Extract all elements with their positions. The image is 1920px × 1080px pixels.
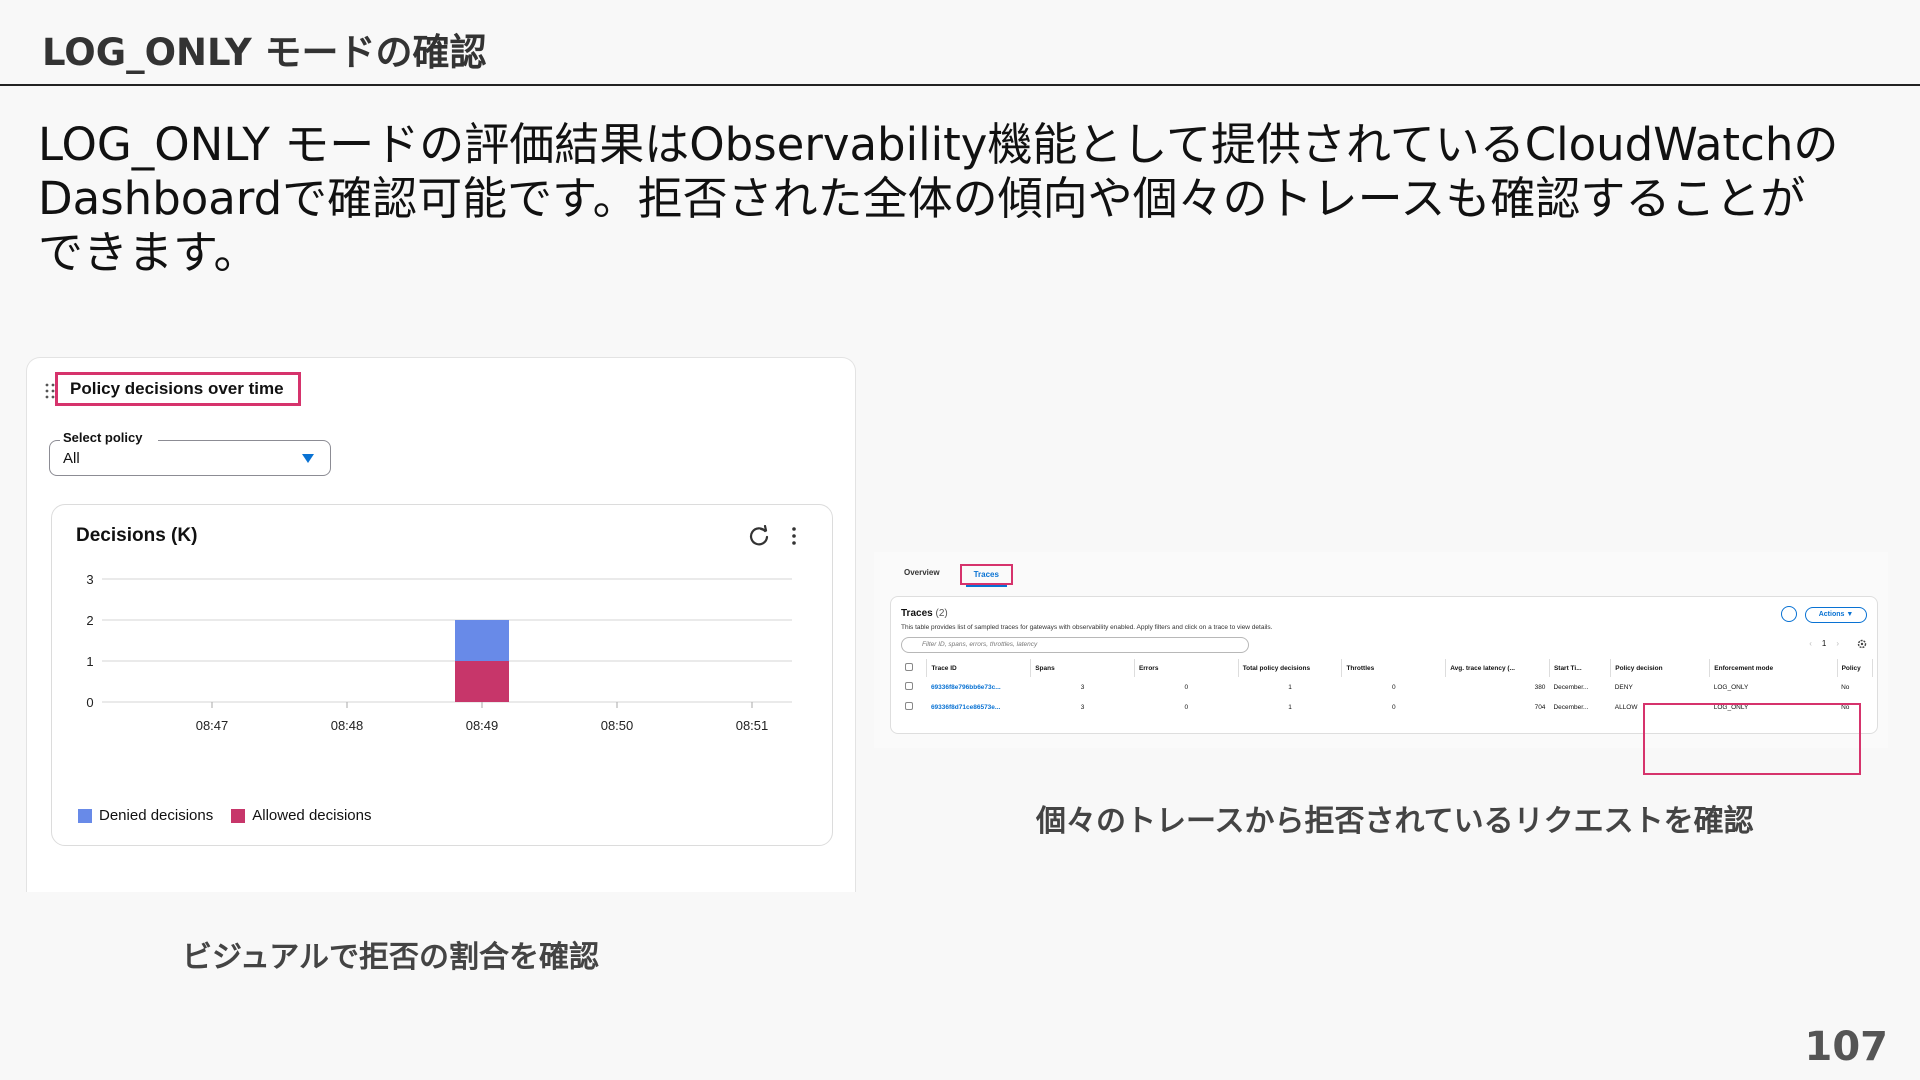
cell-total-policy-decisions: 1 xyxy=(1288,703,1292,711)
legend-item-allowed: Allowed decisions xyxy=(231,807,371,824)
column-header[interactable]: Spans xyxy=(1030,659,1135,677)
tab-bar: Overview Traces xyxy=(898,564,1013,587)
select-policy-label: Select policy xyxy=(63,430,143,445)
y-tick-label: 3 xyxy=(86,572,93,587)
next-page-icon[interactable]: › xyxy=(1836,639,1839,648)
table-row[interactable]: 69336f8e796bb6e73c... 3 0 1 0 380 Decemb… xyxy=(901,677,1873,697)
current-page[interactable]: 1 xyxy=(1822,639,1826,648)
select-policy-dropdown[interactable]: All xyxy=(49,432,331,476)
actions-button[interactable]: Actions ▼ xyxy=(1805,607,1867,623)
bar-allowed-decisions xyxy=(455,661,509,702)
x-tick-label: 08:49 xyxy=(466,718,499,733)
x-tick-label: 08:48 xyxy=(331,718,364,733)
traces-panel: Overview Traces Traces (2) This table pr… xyxy=(874,552,1888,775)
column-header[interactable]: Total policy decisions xyxy=(1238,659,1343,677)
y-tick-label: 1 xyxy=(86,654,93,669)
pagination: ‹ 1 › xyxy=(1809,639,1839,648)
decisions-chart-card: Decisions (K) 0 1 2 3 08:47 08:48 08:49 08:50 08… xyxy=(51,504,833,846)
column-header[interactable]: Policy xyxy=(1837,659,1874,677)
slide-body: LOG_ONLY モードの評価結果はObservability機能として提供され… xyxy=(38,118,1888,280)
cell-start-time: December... xyxy=(1553,683,1589,691)
policy-columns-highlight xyxy=(1643,703,1861,775)
x-tick-label: 08:47 xyxy=(196,718,229,733)
cell-latency: 704 xyxy=(1534,703,1546,711)
column-header[interactable]: Errors xyxy=(1134,659,1239,677)
legend-swatch-allowed xyxy=(231,808,246,823)
cell-spans: 3 xyxy=(1080,683,1085,691)
select-policy-value: All xyxy=(63,450,80,467)
body-line-2: Dashboardで確認可能です。拒否された全体の傾向や個々のトレースも確認する… xyxy=(38,172,1806,225)
caption-right: 個々のトレースから拒否されているリクエストを確認 xyxy=(1036,804,1754,839)
column-header[interactable]: Policy decision xyxy=(1610,659,1711,677)
cell-spans: 3 xyxy=(1080,703,1085,711)
caption-left: ビジュアルで拒否の割合を確認 xyxy=(182,940,599,975)
tab-traces[interactable]: Traces xyxy=(959,564,1013,587)
traces-refresh-icon[interactable] xyxy=(1781,606,1797,622)
refresh-icon[interactable] xyxy=(748,525,770,547)
traces-description: This table provides list of sampled trac… xyxy=(901,624,1273,631)
settings-icon[interactable] xyxy=(1857,639,1867,649)
column-header[interactable]: Throttles xyxy=(1341,659,1447,677)
tab-overview[interactable]: Overview xyxy=(898,564,946,585)
prev-page-icon[interactable]: ‹ xyxy=(1809,639,1812,648)
title-divider xyxy=(0,84,1920,86)
y-tick-label: 2 xyxy=(86,613,93,628)
traces-search-input[interactable]: Filter ID, spans, errors, throttles, lat… xyxy=(901,637,1249,653)
row-checkbox[interactable] xyxy=(901,677,927,697)
bar-denied-decisions xyxy=(455,620,509,661)
body-line-3: できます。 xyxy=(38,226,259,279)
cell-total-policy-decisions: 1 xyxy=(1288,683,1292,691)
panel-title: Policy decisions over time xyxy=(55,372,301,406)
row-checkbox[interactable] xyxy=(901,697,927,717)
body-line-1: LOG_ONLY モードの評価結果はObservability機能として提供され… xyxy=(38,118,1839,171)
more-options-icon[interactable] xyxy=(790,525,798,547)
cell-enforcement-mode: LOG_ONLY xyxy=(1713,683,1749,691)
column-header[interactable]: Avg. trace latency (... xyxy=(1445,659,1550,677)
trace-id-link[interactable]: 69336f8d71ce86573e... xyxy=(927,697,1031,717)
slide-title: LOG_ONLY モードの確認 xyxy=(42,31,487,74)
chart-title: Decisions (K) xyxy=(76,525,198,546)
cell-errors: 0 xyxy=(1184,683,1189,691)
traces-card: Traces (2) This table provides list of s… xyxy=(890,596,1878,775)
x-tick-label: 08:51 xyxy=(736,718,769,733)
traces-title: Traces (2) xyxy=(901,608,948,619)
caret-down-icon xyxy=(302,454,314,463)
column-header[interactable]: Trace ID xyxy=(926,659,1032,677)
cell-throttles: 0 xyxy=(1392,683,1396,691)
y-tick-label: 0 xyxy=(86,695,93,710)
cell-policy-decision: DENY xyxy=(1614,683,1633,691)
legend-item-denied: Denied decisions xyxy=(78,807,213,824)
column-header[interactable]: Start Ti... xyxy=(1549,659,1612,677)
drag-handle-icon[interactable] xyxy=(45,382,55,400)
traces-count: (2) xyxy=(935,608,948,619)
legend-label-denied: Denied decisions xyxy=(99,807,214,824)
traces-title-text: Traces xyxy=(901,608,933,619)
trace-id-link[interactable]: 69336f8e796bb6e73c... xyxy=(927,677,1031,697)
page-number: 107 xyxy=(1804,1024,1889,1070)
chart-legend: Denied decisions Allowed decisions xyxy=(78,807,371,824)
policy-decisions-panel: Policy decisions over time All Select po… xyxy=(26,357,856,892)
column-header[interactable]: Enforcement mode xyxy=(1709,659,1838,677)
cell-errors: 0 xyxy=(1184,703,1189,711)
legend-swatch-denied xyxy=(78,808,92,823)
x-tick-label: 08:50 xyxy=(601,718,634,733)
cell-start-time: December... xyxy=(1553,703,1589,711)
header-checkbox[interactable] xyxy=(901,659,928,677)
decisions-chart: 0 1 2 3 08:47 08:48 08:49 08:50 08:51 xyxy=(86,572,792,733)
table-header-row: Trace ID Spans Errors Total policy decis… xyxy=(901,659,1874,677)
cell-latency: 380 xyxy=(1534,683,1546,691)
legend-label-allowed: Allowed decisions xyxy=(252,807,372,824)
cell-policy: No xyxy=(1841,683,1850,691)
cell-throttles: 0 xyxy=(1392,703,1396,711)
